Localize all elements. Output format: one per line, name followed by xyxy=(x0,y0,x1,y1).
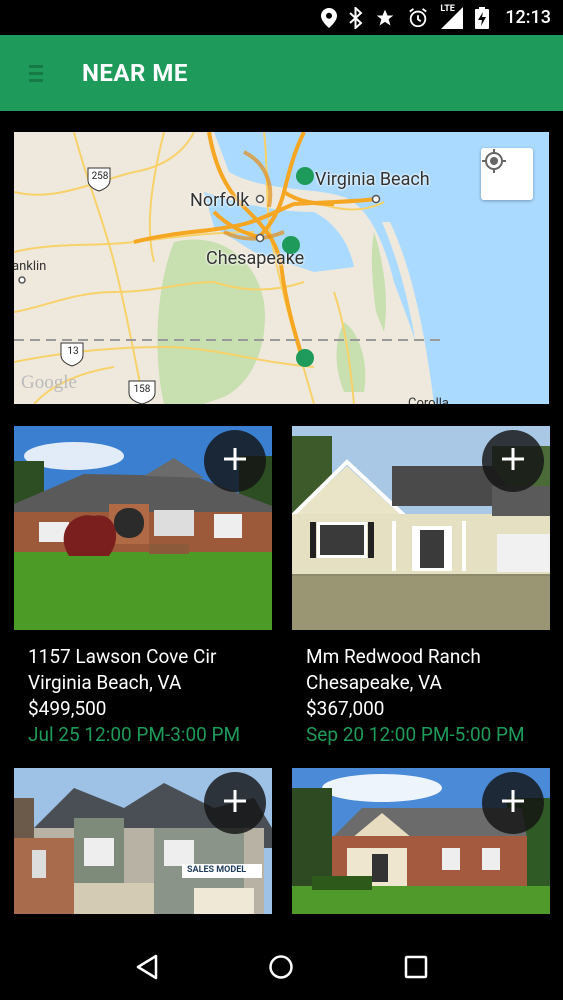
map-label-corolla: Corolla xyxy=(408,396,449,404)
app-bar: NEAR ME xyxy=(0,35,563,111)
listing-info: Mm Redwood Ranch Chesapeake, VA $367,000… xyxy=(292,630,550,748)
status-time: 12:13 xyxy=(505,7,551,28)
star-icon xyxy=(375,8,395,28)
listing-marker[interactable] xyxy=(282,236,300,254)
battery-charging-icon xyxy=(475,6,490,29)
listing-photo[interactable] xyxy=(292,426,550,630)
listing-info: 1157 Lawson Cove Cir Virginia Beach, VA … xyxy=(14,630,272,748)
listing-address: Mm Redwood Ranch xyxy=(306,645,481,668)
listing-address: 1157 Lawson Cove Cir xyxy=(28,645,217,668)
map-label-franklin: anklin xyxy=(14,259,47,274)
location-icon xyxy=(321,7,338,28)
route-label-258: 258 xyxy=(91,171,109,182)
route-label-158: 158 xyxy=(133,384,151,395)
system-nav-bar xyxy=(0,934,563,1000)
map-label-norfolk: Norfolk xyxy=(190,190,250,211)
google-logo: Google xyxy=(21,372,77,393)
status-bar: LTE 12:13 xyxy=(0,0,563,35)
bluetooth-icon xyxy=(349,6,363,29)
listing-card[interactable]: SALES MODEL xyxy=(14,768,272,914)
sales-model-sign: SALES MODEL xyxy=(187,865,247,875)
listing-photo[interactable] xyxy=(14,426,272,630)
plus-icon xyxy=(500,788,526,818)
plus-icon xyxy=(222,446,248,476)
recents-icon[interactable] xyxy=(392,943,440,991)
listing-open-house: Jul 25 12:00 PM-3:00 PM xyxy=(28,723,241,746)
plus-icon xyxy=(500,446,526,476)
my-location-button[interactable] xyxy=(481,148,533,200)
listing-open-house: Sep 20 12:00 PM-5:00 PM xyxy=(306,723,525,746)
map-view[interactable]: Norfolk Virginia Beach Chesapeake anklin… xyxy=(14,132,549,404)
add-button[interactable] xyxy=(204,772,266,834)
back-icon[interactable] xyxy=(123,943,171,991)
listing-marker[interactable] xyxy=(296,167,314,185)
listing-marker[interactable] xyxy=(296,349,314,367)
map-label-virginia-beach: Virginia Beach xyxy=(315,169,430,190)
add-button[interactable] xyxy=(482,430,544,492)
listing-photo[interactable]: SALES MODEL xyxy=(14,768,272,914)
route-label-13: 13 xyxy=(67,346,79,357)
listing-price: $499,500 xyxy=(28,697,107,720)
home-icon[interactable] xyxy=(257,943,305,991)
listing-photo[interactable] xyxy=(292,768,550,914)
listing-card[interactable]: 1157 Lawson Cove Cir Virginia Beach, VA … xyxy=(14,426,272,748)
page-title: NEAR ME xyxy=(82,59,188,87)
listing-price: $367,000 xyxy=(306,697,385,720)
listing-card[interactable]: Mm Redwood Ranch Chesapeake, VA $367,000… xyxy=(292,426,550,748)
hamburger-menu-icon[interactable] xyxy=(16,53,56,93)
plus-icon xyxy=(222,788,248,818)
listing-card[interactable] xyxy=(292,768,550,914)
listing-city: Chesapeake, VA xyxy=(306,671,442,694)
add-button[interactable] xyxy=(204,430,266,492)
alarm-icon xyxy=(407,7,429,29)
lte-signal-icon: LTE xyxy=(440,4,464,29)
add-button[interactable] xyxy=(482,772,544,834)
listing-city: Virginia Beach, VA xyxy=(28,671,182,694)
